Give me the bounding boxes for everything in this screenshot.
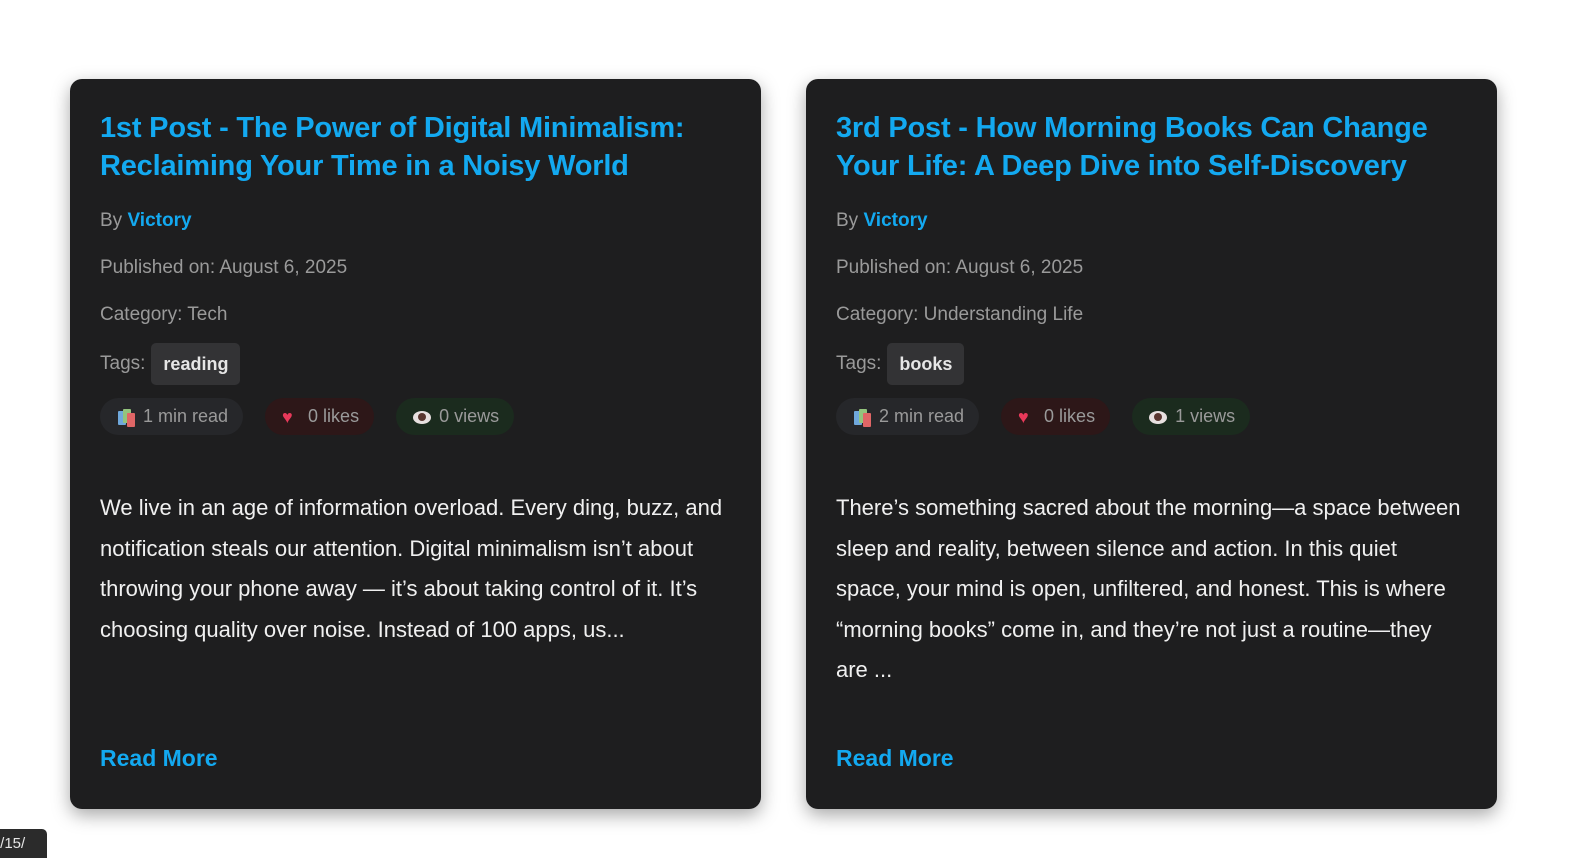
tag-badge[interactable]: reading bbox=[151, 343, 241, 385]
likes-badge[interactable]: ♥ 0 likes bbox=[265, 398, 375, 435]
post-byline: By Victory bbox=[836, 209, 1467, 233]
post-title[interactable]: 3rd Post - How Morning Books Can Change … bbox=[836, 109, 1467, 185]
post-byline: By Victory bbox=[100, 209, 731, 233]
read-more-link[interactable]: Read More bbox=[100, 745, 218, 772]
post-stats: 2 min read ♥ 0 likes 1 views bbox=[836, 398, 1467, 435]
post-excerpt: There’s something sacred about the morni… bbox=[836, 495, 1461, 682]
heart-icon: ♥ bbox=[282, 406, 293, 427]
read-more-link[interactable]: Read More bbox=[836, 745, 954, 772]
tags-label: Tags: bbox=[100, 353, 146, 374]
read-time-badge: 1 min read bbox=[100, 398, 244, 435]
author-link[interactable]: Victory bbox=[127, 210, 191, 231]
tags-row: Tags: reading bbox=[100, 343, 731, 385]
post-card: 3rd Post - How Morning Books Can Change … bbox=[806, 79, 1497, 809]
views-badge: 0 views bbox=[396, 398, 515, 435]
books-icon bbox=[853, 408, 871, 427]
post-category: Category: Understanding Life bbox=[836, 304, 1084, 325]
status-url-tooltip: :/15/ bbox=[0, 829, 47, 858]
post-title[interactable]: 1st Post - The Power of Digital Minimali… bbox=[100, 109, 731, 185]
views-text: 0 views bbox=[439, 406, 500, 426]
author-link[interactable]: Victory bbox=[863, 210, 927, 231]
views-text: 1 views bbox=[1175, 406, 1236, 426]
read-time-text: 1 min read bbox=[143, 406, 229, 426]
tag-badge[interactable]: books bbox=[887, 343, 965, 385]
post-category: Category: Tech bbox=[100, 304, 228, 325]
read-time-text: 2 min read bbox=[879, 406, 965, 426]
post-excerpt: We live in an age of information overloa… bbox=[100, 495, 723, 642]
post-stats: 1 min read ♥ 0 likes 0 views bbox=[100, 398, 731, 435]
views-badge: 1 views bbox=[1132, 398, 1251, 435]
likes-text: 0 likes bbox=[1044, 406, 1096, 426]
heart-icon: ♥ bbox=[1018, 406, 1029, 427]
books-icon bbox=[117, 408, 135, 427]
by-label: By bbox=[836, 210, 859, 231]
by-label: By bbox=[100, 210, 123, 231]
published-date: Published on: August 6, 2025 bbox=[100, 257, 348, 278]
post-card: 1st Post - The Power of Digital Minimali… bbox=[70, 79, 761, 809]
posts-grid: 1st Post - The Power of Digital Minimali… bbox=[70, 79, 1497, 809]
eye-icon bbox=[1149, 410, 1168, 424]
read-time-badge: 2 min read bbox=[836, 398, 980, 435]
published-date: Published on: August 6, 2025 bbox=[836, 257, 1084, 278]
eye-icon bbox=[413, 410, 432, 424]
tags-row: Tags: books bbox=[836, 343, 1467, 385]
likes-text: 0 likes bbox=[308, 406, 360, 426]
tags-label: Tags: bbox=[836, 353, 882, 374]
likes-badge[interactable]: ♥ 0 likes bbox=[1001, 398, 1111, 435]
